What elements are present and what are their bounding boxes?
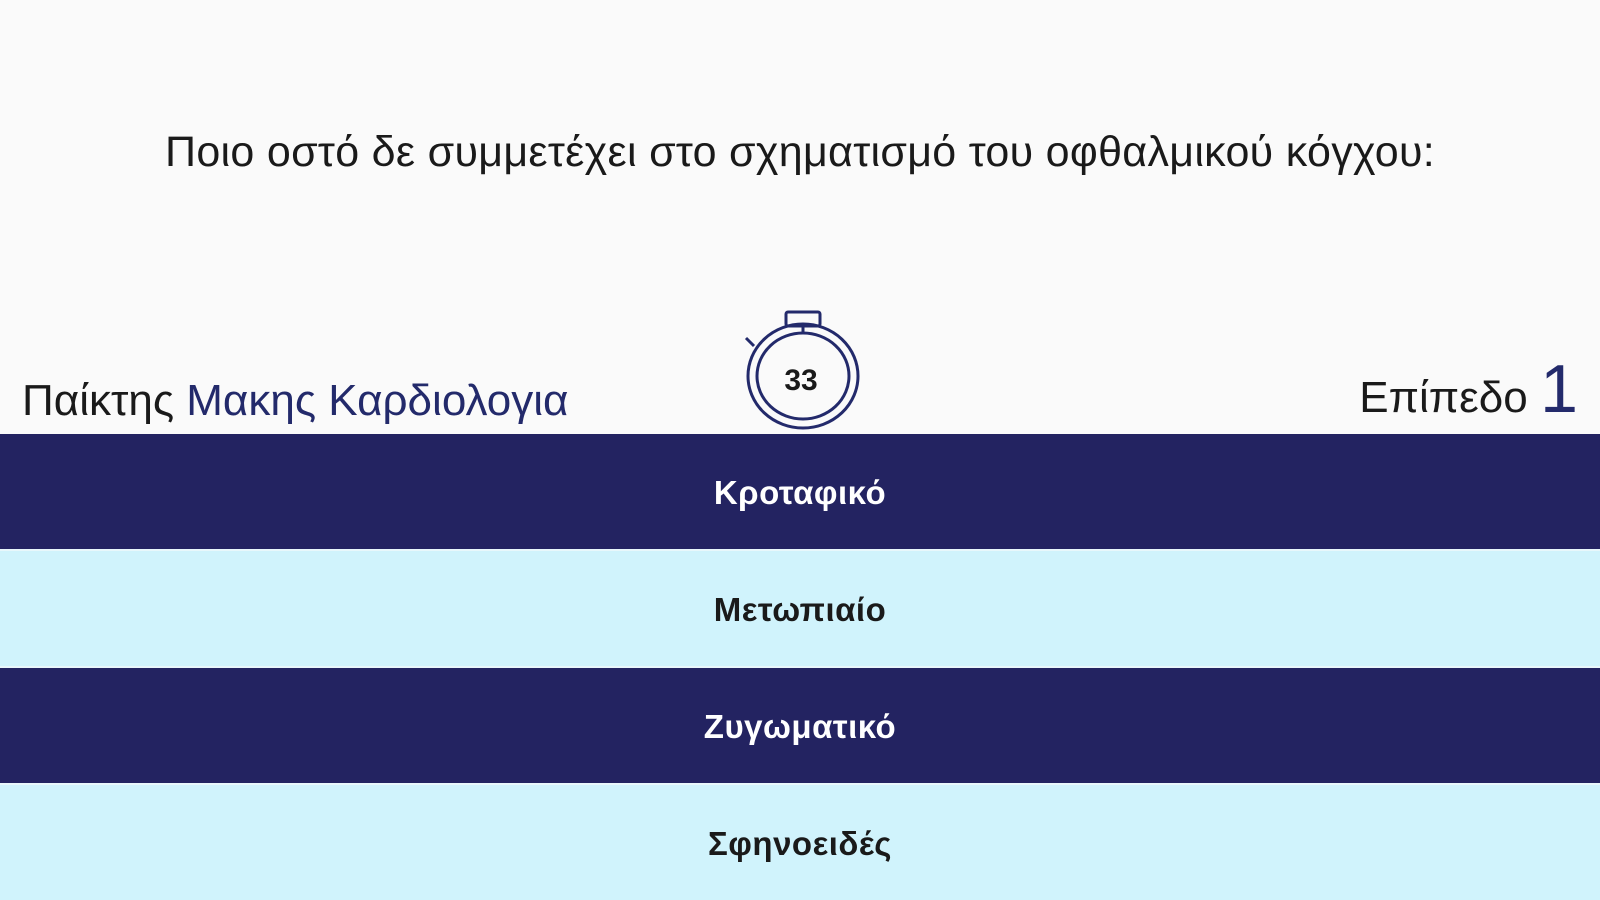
answer-list: Κροταφικό Μετωπιαίο Ζυγωματικό Σφηνοειδέ…: [0, 434, 1600, 900]
answer-option-1[interactable]: Κροταφικό: [0, 434, 1600, 551]
player-name: Μακης Καρδιολογια: [186, 376, 569, 425]
level-number: 1: [1540, 351, 1578, 427]
player-info: Παίκτης Μακης Καρδιολογια: [22, 376, 568, 426]
answer-option-2[interactable]: Μετωπιαίο: [0, 551, 1600, 668]
answer-option-3[interactable]: Ζυγωματικό: [0, 668, 1600, 785]
level-info: Επίπεδο 1: [1359, 350, 1578, 428]
level-label: Επίπεδο: [1359, 373, 1528, 422]
timer: 33: [740, 310, 862, 434]
quiz-screen: Ποιο οστό δε συμμετέχει στο σχηματισμό τ…: [0, 0, 1600, 900]
status-row: Παίκτης Μακης Καρδιολογια 33 Επίπεδο 1: [0, 300, 1600, 434]
timer-value: 33: [784, 364, 818, 397]
question-text: Ποιο οστό δε συμμετέχει στο σχηματισμό τ…: [164, 128, 1436, 176]
player-label: Παίκτης: [22, 376, 175, 425]
answer-option-4[interactable]: Σφηνοειδές: [0, 785, 1600, 900]
